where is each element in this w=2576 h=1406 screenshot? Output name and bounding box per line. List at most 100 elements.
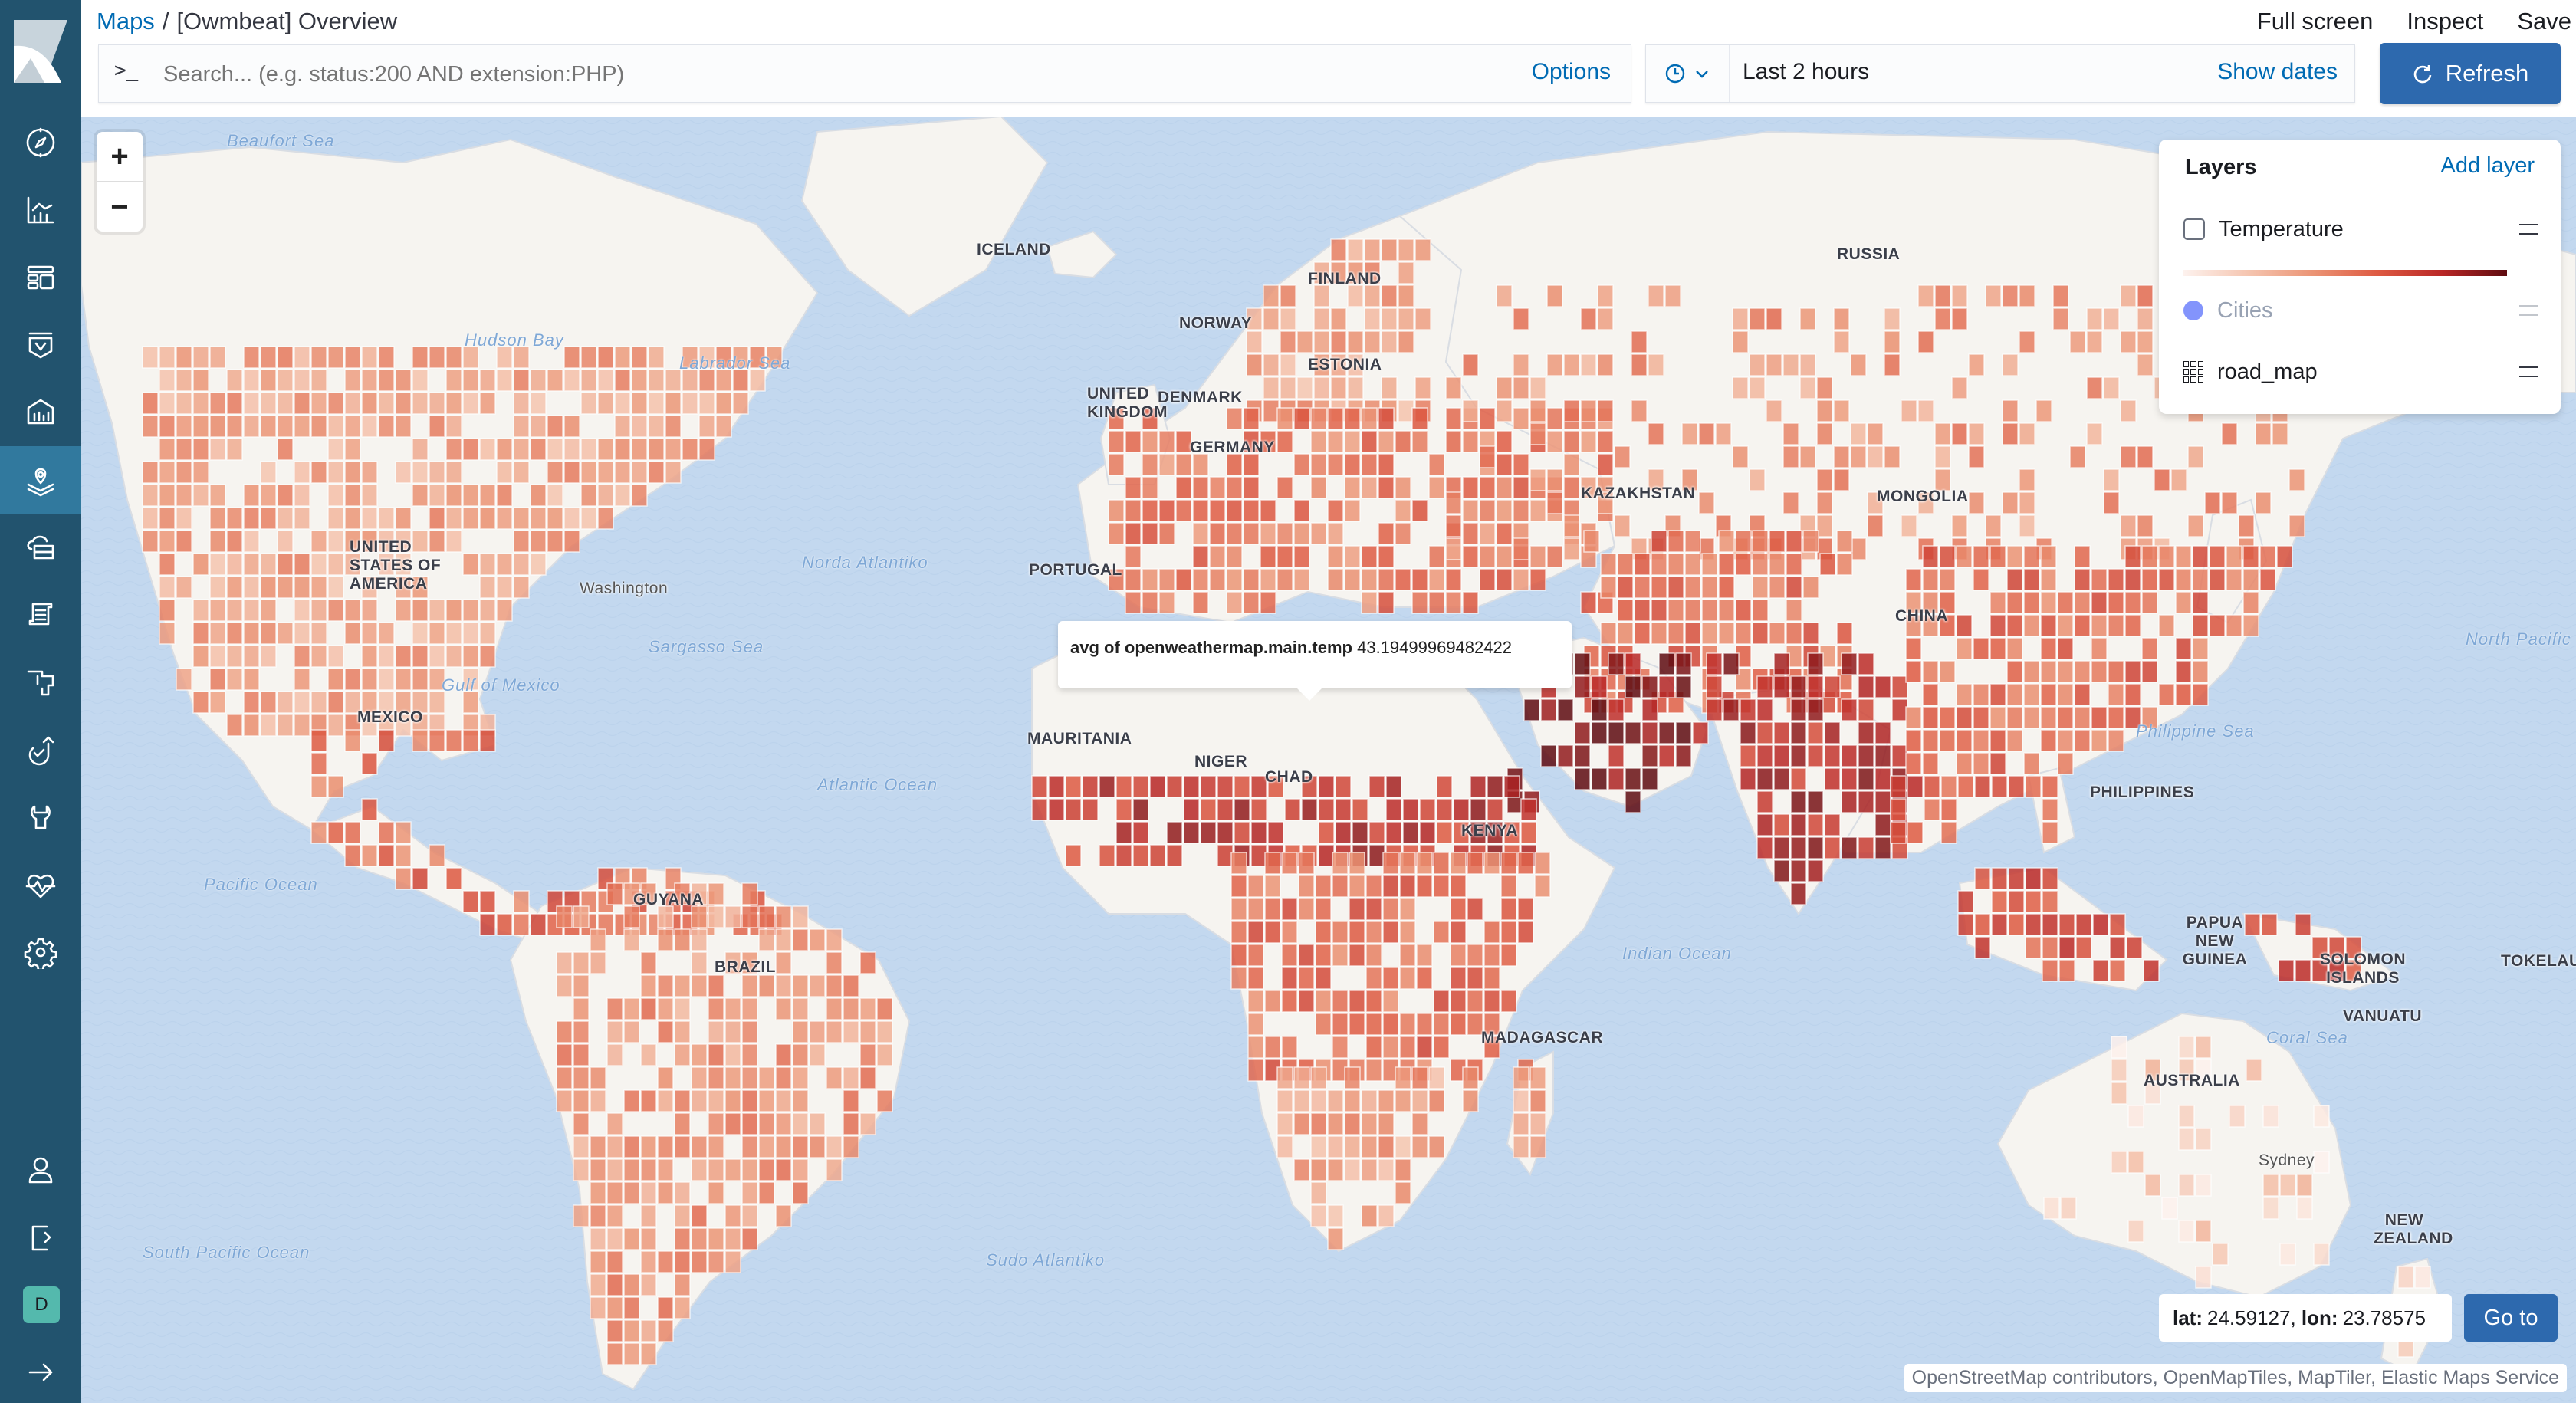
temperature-grid-cell[interactable] bbox=[1327, 1089, 1344, 1112]
temperature-grid-cell[interactable] bbox=[1313, 330, 1330, 353]
temperature-grid-cell[interactable] bbox=[792, 1089, 809, 1112]
temperature-grid-cell[interactable] bbox=[1799, 445, 1816, 468]
temperature-grid-cell[interactable] bbox=[708, 974, 724, 997]
temperature-grid-cell[interactable] bbox=[226, 392, 243, 415]
temperature-grid-cell[interactable] bbox=[1364, 307, 1381, 330]
temperature-grid-cell[interactable] bbox=[657, 974, 674, 997]
temperature-grid-cell[interactable] bbox=[1450, 898, 1467, 921]
temperature-grid-cell[interactable] bbox=[2204, 491, 2221, 514]
temperature-grid-cell[interactable] bbox=[1766, 353, 1783, 376]
temperature-grid-cell[interactable] bbox=[2023, 568, 2040, 591]
temperature-grid-cell[interactable] bbox=[724, 1204, 741, 1227]
coordinate-input[interactable]: lat: 24.59127, lon: 23.78575 bbox=[2159, 1294, 2452, 1342]
temperature-grid-cell[interactable] bbox=[310, 775, 327, 798]
temperature-grid-cell[interactable] bbox=[580, 461, 597, 484]
temperature-grid-cell[interactable] bbox=[395, 369, 412, 392]
temperature-grid-cell[interactable] bbox=[1361, 1204, 1378, 1227]
temperature-grid-cell[interactable] bbox=[1922, 729, 1939, 752]
temperature-grid-cell[interactable] bbox=[597, 438, 614, 461]
temperature-grid-cell[interactable] bbox=[1732, 445, 1749, 468]
temperature-grid-cell[interactable] bbox=[1858, 652, 1875, 675]
temperature-grid-cell[interactable] bbox=[209, 415, 226, 438]
temperature-grid-cell[interactable] bbox=[1450, 852, 1467, 875]
temperature-grid-cell[interactable] bbox=[1327, 407, 1344, 430]
temperature-grid-cell[interactable] bbox=[631, 438, 648, 461]
temperature-grid-cell[interactable] bbox=[1790, 882, 1807, 905]
temperature-grid-cell[interactable] bbox=[462, 645, 479, 668]
temperature-grid-cell[interactable] bbox=[665, 415, 682, 438]
temperature-grid-cell[interactable] bbox=[1399, 944, 1416, 967]
temperature-grid-cell[interactable] bbox=[1192, 591, 1209, 614]
temperature-grid-cell[interactable] bbox=[2058, 936, 2075, 959]
temperature-grid-cell[interactable] bbox=[243, 645, 260, 668]
temperature-grid-cell[interactable] bbox=[1766, 307, 1783, 330]
temperature-grid-cell[interactable] bbox=[1280, 307, 1296, 330]
temperature-grid-cell[interactable] bbox=[294, 645, 310, 668]
temperature-grid-cell[interactable] bbox=[590, 1066, 606, 1089]
temperature-grid-cell[interactable] bbox=[1296, 376, 1313, 399]
temperature-grid-cell[interactable] bbox=[1276, 568, 1293, 591]
temperature-grid-cell[interactable] bbox=[412, 461, 429, 484]
nav-discover[interactable] bbox=[0, 109, 81, 176]
temperature-grid-cell[interactable] bbox=[176, 484, 192, 507]
temperature-grid-cell[interactable] bbox=[1260, 522, 1276, 545]
temperature-grid-cell[interactable] bbox=[623, 1158, 640, 1181]
temperature-grid-cell[interactable] bbox=[1226, 591, 1243, 614]
temperature-grid-cell[interactable] bbox=[294, 714, 310, 737]
temperature-grid-cell[interactable] bbox=[1445, 491, 1462, 514]
temperature-grid-cell[interactable] bbox=[809, 974, 826, 997]
temperature-grid-cell[interactable] bbox=[1419, 821, 1436, 844]
layer-visibility-checkbox[interactable] bbox=[2183, 218, 2205, 240]
temperature-grid-cell[interactable] bbox=[606, 1250, 623, 1273]
temperature-grid-cell[interactable] bbox=[2057, 591, 2074, 614]
temperature-grid-cell[interactable] bbox=[2006, 637, 2023, 660]
temperature-grid-cell[interactable] bbox=[412, 729, 429, 752]
temperature-grid-cell[interactable] bbox=[1382, 852, 1399, 875]
temperature-grid-cell[interactable] bbox=[1246, 330, 1263, 353]
temperature-grid-cell[interactable] bbox=[1276, 476, 1293, 499]
temperature-grid-cell[interactable] bbox=[1957, 775, 1974, 798]
temperature-grid-cell[interactable] bbox=[1344, 568, 1361, 591]
temperature-grid-cell[interactable] bbox=[1580, 353, 1597, 376]
temperature-grid-cell[interactable] bbox=[1684, 553, 1701, 576]
temperature-grid-cell[interactable] bbox=[1347, 330, 1364, 353]
temperature-grid-cell[interactable] bbox=[1600, 553, 1617, 576]
temperature-grid-cell[interactable] bbox=[243, 530, 260, 553]
temperature-grid-cell[interactable] bbox=[209, 576, 226, 599]
temperature-grid-cell[interactable] bbox=[2259, 568, 2276, 591]
temperature-grid-cell[interactable] bbox=[1250, 821, 1267, 844]
temperature-grid-cell[interactable] bbox=[724, 1089, 741, 1112]
temperature-grid-cell[interactable] bbox=[2091, 660, 2108, 683]
temperature-grid-cell[interactable] bbox=[564, 369, 580, 392]
temperature-grid-cell[interactable] bbox=[741, 882, 758, 905]
temperature-grid-cell[interactable] bbox=[513, 461, 530, 484]
temperature-grid-cell[interactable] bbox=[277, 507, 294, 530]
temperature-grid-cell[interactable] bbox=[1891, 744, 1908, 767]
temperature-grid-cell[interactable] bbox=[159, 622, 176, 645]
temperature-grid-cell[interactable] bbox=[623, 1181, 640, 1204]
temperature-grid-cell[interactable] bbox=[1786, 553, 1802, 576]
temperature-grid-cell[interactable] bbox=[708, 1181, 724, 1204]
temperature-grid-cell[interactable] bbox=[2313, 1151, 2330, 1174]
temperature-grid-cell[interactable] bbox=[310, 599, 327, 622]
temperature-grid-cell[interactable] bbox=[1608, 698, 1625, 721]
temperature-grid-cell[interactable] bbox=[1276, 1135, 1293, 1158]
temperature-grid-cell[interactable] bbox=[2057, 729, 2074, 752]
temperature-grid-cell[interactable] bbox=[1395, 1135, 1411, 1158]
temperature-grid-cell[interactable] bbox=[1484, 990, 1500, 1013]
temperature-grid-cell[interactable] bbox=[1858, 744, 1875, 767]
temperature-grid-cell[interactable] bbox=[1142, 430, 1158, 453]
temperature-grid-cell[interactable] bbox=[277, 576, 294, 599]
temperature-grid-cell[interactable] bbox=[1985, 284, 2002, 307]
temperature-grid-cell[interactable] bbox=[1327, 430, 1344, 453]
temperature-grid-cell[interactable] bbox=[623, 1319, 640, 1342]
temperature-grid-cell[interactable] bbox=[462, 369, 479, 392]
temperature-grid-cell[interactable] bbox=[1327, 1112, 1344, 1135]
temperature-grid-cell[interactable] bbox=[1773, 675, 1790, 698]
temperature-grid-cell[interactable] bbox=[2109, 913, 2126, 936]
temperature-grid-cell[interactable] bbox=[2313, 1105, 2330, 1128]
temperature-grid-cell[interactable] bbox=[192, 645, 209, 668]
temperature-grid-cell[interactable] bbox=[1625, 652, 1641, 675]
temperature-grid-cell[interactable] bbox=[1890, 775, 1907, 798]
temperature-grid-cell[interactable] bbox=[327, 438, 344, 461]
